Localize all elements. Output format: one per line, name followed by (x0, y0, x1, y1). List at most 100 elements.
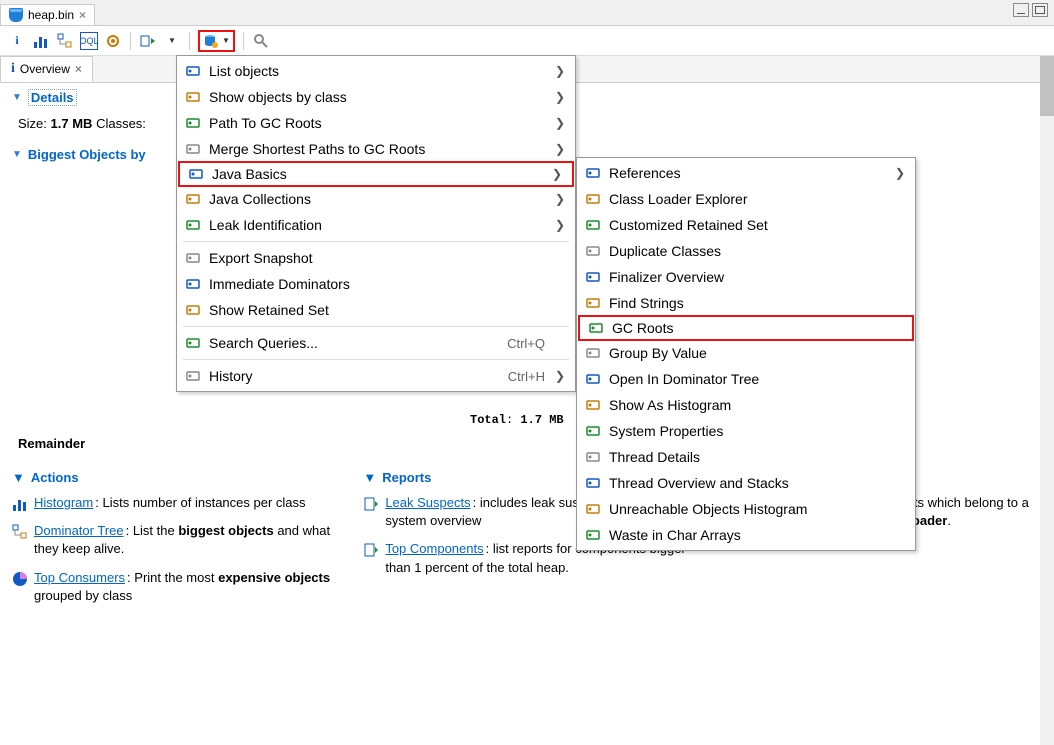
submenu-arrow-icon: ❯ (555, 218, 565, 232)
histogram-icon[interactable] (32, 32, 50, 50)
menu-item-label: Merge Shortest Paths to GC Roots (209, 141, 547, 157)
menu-item-thread-details[interactable]: Thread Details (577, 444, 915, 470)
menu-item-icon (185, 250, 201, 266)
menu-item-waste-in-char-arrays[interactable]: Waste in Char Arrays (577, 522, 915, 548)
menu-item-finalizer-overview[interactable]: Finalizer Overview (577, 264, 915, 290)
menu-item-system-properties[interactable]: System Properties (577, 418, 915, 444)
menu-item-unreachable-objects-histogram[interactable]: Unreachable Objects Histogram (577, 496, 915, 522)
menu-item-java-collections[interactable]: Java Collections ❯ (177, 186, 575, 212)
submenu-arrow-icon: ❯ (555, 116, 565, 130)
action-histogram[interactable]: Histogram: Lists number of instances per… (12, 489, 339, 517)
twisty-icon: ▼ (12, 92, 22, 103)
menu-item-label: Open In Dominator Tree (609, 371, 887, 387)
context-menu-main: List objects ❯ Show objects by class ❯ P… (176, 55, 576, 392)
menu-item-icon (585, 217, 601, 233)
menu-item-label: Path To GC Roots (209, 115, 547, 131)
menu-item-list-objects[interactable]: List objects ❯ (177, 58, 575, 84)
report-icon (363, 542, 379, 558)
search-icon[interactable] (252, 32, 270, 50)
menu-item-label: Find Strings (609, 295, 887, 311)
details-label: Details (28, 89, 77, 106)
menu-item-open-in-dominator-tree[interactable]: Open In Dominator Tree (577, 366, 915, 392)
menu-item-class-loader-explorer[interactable]: Class Loader Explorer (577, 186, 915, 212)
menu-item-label: Group By Value (609, 345, 887, 361)
menu-item-immediate-dominators[interactable]: Immediate Dominators (177, 271, 575, 297)
menu-item-label: Thread Overview and Stacks (609, 475, 887, 491)
actions-column: ▼Actions Histogram: Lists number of inst… (0, 460, 351, 610)
maximize-button[interactable] (1032, 3, 1048, 17)
menu-item-leak-identification[interactable]: Leak Identification ❯ (177, 212, 575, 238)
menu-item-icon (585, 397, 601, 413)
menu-item-icon (188, 166, 204, 182)
menu-item-label: GC Roots (612, 320, 884, 336)
scrollbar-thumb[interactable] (1040, 56, 1054, 116)
tab-overview[interactable]: i Overview × (0, 56, 93, 82)
info-icon[interactable]: i (8, 32, 26, 50)
size-label: Size: (18, 116, 47, 131)
menu-item-icon (585, 475, 601, 491)
menu-item-icon (185, 115, 201, 131)
editor-tab-heap[interactable]: heap.bin × (0, 4, 95, 25)
actions-header[interactable]: ▼Actions (12, 466, 339, 489)
oql-icon[interactable]: OQL (80, 32, 98, 50)
toolbar: i OQL ▼ ▼ (0, 26, 1054, 56)
menu-item-icon (185, 89, 201, 105)
run-icon[interactable] (139, 32, 157, 50)
menu-item-label: Show objects by class (209, 89, 547, 105)
menu-item-merge-shortest-paths-to-gc-roots[interactable]: Merge Shortest Paths to GC Roots ❯ (177, 136, 575, 162)
menu-item-find-strings[interactable]: Find Strings (577, 290, 915, 316)
menu-item-label: Leak Identification (209, 217, 547, 233)
menu-item-group-by-value[interactable]: Group By Value (577, 340, 915, 366)
close-icon[interactable]: × (75, 62, 82, 76)
menu-item-export-snapshot[interactable]: Export Snapshot (177, 245, 575, 271)
menu-item-label: Java Basics (212, 166, 544, 182)
submenu-arrow-icon: ❯ (555, 369, 565, 383)
menu-item-icon (585, 243, 601, 259)
report-icon (363, 496, 379, 512)
menu-item-search-queries-[interactable]: Search Queries... Ctrl+Q (177, 330, 575, 356)
tree-icon (12, 524, 28, 540)
submenu-arrow-icon: ❯ (555, 90, 565, 104)
submenu-arrow-icon: ❯ (555, 142, 565, 156)
action-top-consumers[interactable]: Top Consumers: Print the most expensive … (12, 564, 339, 610)
menu-item-label: Unreachable Objects Histogram (609, 501, 887, 517)
close-icon[interactable]: × (79, 8, 86, 22)
biggest-objects-label: Biggest Objects by (28, 147, 146, 162)
menu-item-icon (185, 335, 201, 351)
query-dropdown-button[interactable]: ▼ (198, 30, 235, 52)
menu-item-icon (185, 217, 201, 233)
menu-item-history[interactable]: History Ctrl+H ❯ (177, 363, 575, 389)
menu-item-icon (185, 63, 201, 79)
menu-shortcut: Ctrl+H (508, 369, 545, 384)
menu-item-show-as-histogram[interactable]: Show As Histogram (577, 392, 915, 418)
menu-item-duplicate-classes[interactable]: Duplicate Classes (577, 238, 915, 264)
dropdown-arrow-icon[interactable]: ▼ (163, 32, 181, 50)
size-value: 1.7 MB (51, 116, 93, 131)
minimize-button[interactable] (1013, 3, 1029, 17)
menu-shortcut: Ctrl+Q (507, 336, 545, 351)
menu-item-java-basics[interactable]: Java Basics ❯ (178, 161, 574, 187)
gear-icon[interactable] (104, 32, 122, 50)
editor-tab-bar: heap.bin × (0, 0, 1054, 26)
menu-item-icon (585, 449, 601, 465)
tree-icon[interactable] (56, 32, 74, 50)
menu-item-path-to-gc-roots[interactable]: Path To GC Roots ❯ (177, 110, 575, 136)
menu-item-label: Thread Details (609, 449, 887, 465)
menu-item-thread-overview-and-stacks[interactable]: Thread Overview and Stacks (577, 470, 915, 496)
menu-item-references[interactable]: References ❯ (577, 160, 915, 186)
menu-item-label: References (609, 165, 887, 181)
menu-item-icon (185, 368, 201, 384)
action-dominator-tree[interactable]: Dominator Tree: List the biggest objects… (12, 517, 339, 563)
menu-item-show-objects-by-class[interactable]: Show objects by class ❯ (177, 84, 575, 110)
submenu-arrow-icon: ❯ (552, 167, 562, 181)
menu-item-show-retained-set[interactable]: Show Retained Set (177, 297, 575, 323)
menu-item-icon (185, 191, 201, 207)
menu-item-label: Customized Retained Set (609, 217, 887, 233)
menu-item-customized-retained-set[interactable]: Customized Retained Set (577, 212, 915, 238)
scrollbar[interactable] (1040, 56, 1054, 745)
window-controls (1013, 3, 1048, 17)
chevron-down-icon: ▼ (222, 36, 230, 45)
submenu-arrow-icon: ❯ (895, 166, 905, 180)
menu-item-label: Finalizer Overview (609, 269, 887, 285)
menu-item-gc-roots[interactable]: GC Roots (578, 315, 914, 341)
